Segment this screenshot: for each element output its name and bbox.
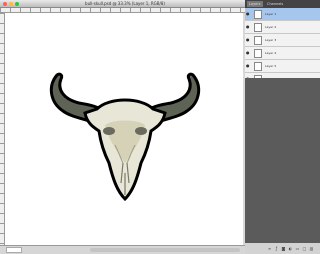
panel-footer: ∞ ƒ ◙ ◐ ▭ □ ▥ <box>245 243 320 254</box>
document-title: bull-skull.psd @ 33.3% (Layer 1, RGB/8) <box>85 1 165 6</box>
layer-name: Layer 4 <box>265 51 277 55</box>
panel-empty-area <box>245 78 320 240</box>
layer-thumbnail <box>254 10 262 19</box>
zoom-field[interactable] <box>6 247 22 253</box>
status-bar <box>0 245 245 254</box>
tab-layers[interactable]: Layers <box>247 1 263 7</box>
layer-thumbnail <box>254 62 262 71</box>
layer-name: Layer 5 <box>265 64 277 68</box>
bull-skull-image <box>49 72 201 202</box>
layer-thumbnail <box>254 36 262 45</box>
folder-icon[interactable]: ▭ <box>295 246 300 251</box>
adjust-icon[interactable]: ◐ <box>288 246 293 251</box>
layer-row[interactable]: ● Layer 4 <box>245 47 320 60</box>
link-icon[interactable]: ∞ <box>267 246 272 251</box>
document-info[interactable] <box>26 247 86 253</box>
layer-name: Layer 1 <box>265 12 277 16</box>
canvas[interactable] <box>5 13 243 245</box>
fx-icon[interactable]: ƒ <box>274 246 279 251</box>
layer-row[interactable]: ● Layer 1 <box>245 8 320 21</box>
tab-channels[interactable]: Channels <box>265 1 285 7</box>
layer-row[interactable]: ● Layer 3 <box>245 34 320 47</box>
layers-panel: Layers Channels ● Layer 1 ● Layer 2 ● La… <box>245 0 320 254</box>
horizontal-scrollbar[interactable] <box>90 248 240 252</box>
minimize-button[interactable] <box>9 2 13 6</box>
document-titlebar[interactable]: bull-skull.psd @ 33.3% (Layer 1, RGB/8) <box>0 0 245 8</box>
layer-name: Layer 2 <box>265 25 277 29</box>
mask-icon[interactable]: ◙ <box>281 246 286 251</box>
eye-icon[interactable]: ● <box>246 64 251 68</box>
layer-name: Layer 3 <box>265 38 277 42</box>
layer-thumbnail <box>254 23 262 32</box>
new-layer-icon[interactable]: □ <box>302 246 307 251</box>
eye-icon[interactable]: ● <box>246 38 251 42</box>
eye-icon[interactable]: ● <box>246 25 251 29</box>
eye-icon[interactable]: ● <box>246 51 251 55</box>
eye-icon[interactable]: ● <box>246 12 251 16</box>
zoom-button[interactable] <box>15 2 19 6</box>
close-button[interactable] <box>3 2 7 6</box>
trash-icon[interactable]: ▥ <box>309 246 314 251</box>
panel-header: Layers Channels <box>245 0 320 8</box>
layer-thumbnail <box>254 49 262 58</box>
document-window: bull-skull.psd @ 33.3% (Layer 1, RGB/8) <box>0 0 245 254</box>
layer-row[interactable]: ● Layer 5 <box>245 60 320 73</box>
layer-row[interactable]: ● Layer 2 <box>245 21 320 34</box>
layer-list: ● Layer 1 ● Layer 2 ● Layer 3 ● Layer 4 … <box>245 8 320 86</box>
